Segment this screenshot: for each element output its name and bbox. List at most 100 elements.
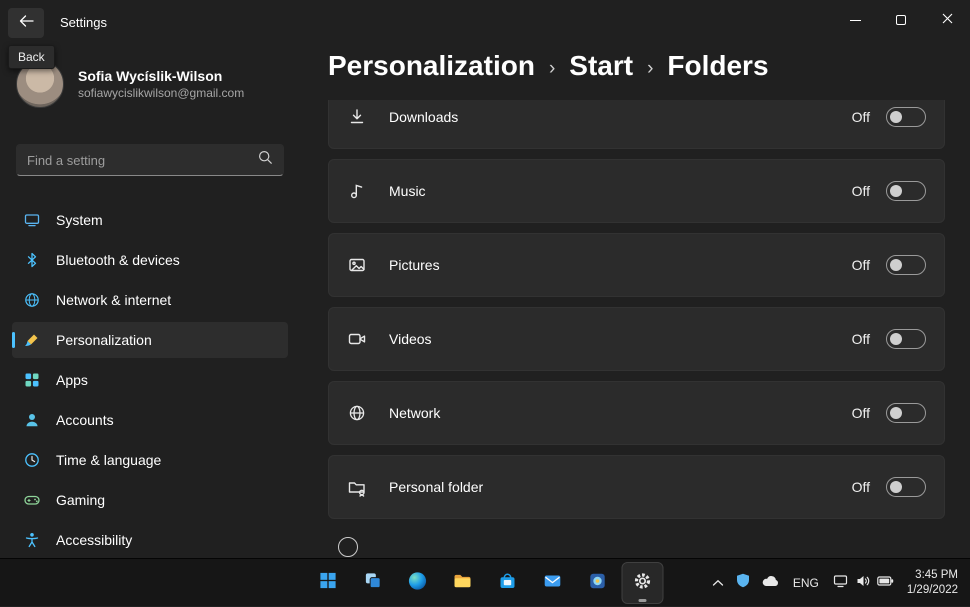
- sidebar-item-accessibility[interactable]: Accessibility: [12, 522, 288, 558]
- sidebar-item-gaming[interactable]: Gaming: [12, 482, 288, 518]
- taskbar-center-icons: [308, 559, 663, 607]
- toggle-knob: [890, 407, 902, 419]
- minimize-button[interactable]: [832, 0, 878, 40]
- folders-list: Downloads Off Music Off Pictures Off Vid…: [328, 100, 945, 558]
- folder-row-videos: Videos Off: [328, 307, 945, 371]
- toggle-state-label: Off: [852, 479, 870, 495]
- selected-indicator: [12, 332, 15, 348]
- start-button[interactable]: [308, 563, 348, 603]
- taskbar: ENG 3:45 PM 1/29/2022: [0, 558, 970, 606]
- user-email: sofiawycislikwilson@gmail.com: [78, 85, 244, 101]
- toggle-state-label: Off: [852, 331, 870, 347]
- clock-time: 3:45 PM: [907, 568, 958, 583]
- sidebar-item-bluetooth-devices[interactable]: Bluetooth & devices: [12, 242, 288, 278]
- task-view-button[interactable]: [353, 563, 393, 603]
- folder-row-label: Videos: [389, 331, 852, 347]
- onedrive-button[interactable]: [757, 565, 784, 601]
- cloud-icon: [762, 574, 779, 592]
- breadcrumb-start[interactable]: Start: [569, 50, 633, 82]
- breadcrumb-chevron-icon: ›: [549, 53, 555, 80]
- network-toggle[interactable]: [886, 403, 926, 423]
- minimize-icon: [850, 20, 861, 21]
- clock[interactable]: 3:45 PM 1/29/2022: [901, 568, 964, 598]
- clock-date: 1/29/2022: [907, 583, 958, 598]
- sidebar-item-label: Personalization: [56, 332, 152, 348]
- file-explorer-button[interactable]: [443, 563, 483, 603]
- folder-row-label: Music: [389, 183, 852, 199]
- toggle-state-label: Off: [852, 405, 870, 421]
- close-button[interactable]: [924, 0, 970, 40]
- music-icon: [347, 181, 367, 201]
- caption-buttons: [832, 0, 970, 40]
- sidebar-item-personalization[interactable]: Personalization: [12, 322, 288, 358]
- back-button[interactable]: [8, 8, 44, 38]
- sidebar-item-label: Accounts: [56, 412, 114, 428]
- mail-button[interactable]: [533, 563, 573, 603]
- toggle-knob: [890, 259, 902, 271]
- search-icon: [258, 150, 273, 170]
- close-icon: [942, 11, 953, 29]
- tray-overflow-button[interactable]: [707, 565, 729, 601]
- file-explorer-icon: [453, 571, 473, 596]
- partially-visible-next-item-icon: [338, 537, 358, 557]
- back-arrow-icon: [19, 14, 34, 32]
- task-view-icon: [363, 571, 382, 595]
- sidebar-item-accounts[interactable]: Accounts: [12, 402, 288, 438]
- sidebar-item-network-internet[interactable]: Network & internet: [12, 282, 288, 318]
- music-toggle[interactable]: [886, 181, 926, 201]
- downloads-toggle[interactable]: [886, 107, 926, 127]
- sidebar-item-label: Network & internet: [56, 292, 171, 308]
- microsoft-store-button[interactable]: [488, 563, 528, 603]
- personal-folder-icon: [347, 477, 367, 497]
- pictures-icon: [347, 255, 367, 275]
- sidebar-item-apps[interactable]: Apps: [12, 362, 288, 398]
- folder-row-downloads: Downloads Off: [328, 100, 945, 149]
- security-shield-button[interactable]: [731, 565, 755, 601]
- sidebar-item-label: Accessibility: [56, 532, 132, 548]
- sidebar-item-time-language[interactable]: Time & language: [12, 442, 288, 478]
- breadcrumb-chevron-icon: ›: [647, 53, 653, 80]
- toggle-state-label: Off: [852, 257, 870, 273]
- quick-settings-button[interactable]: [828, 565, 899, 601]
- content-pane: Personalization › Start › Folders Downlo…: [328, 40, 945, 558]
- settings-gear-icon: [633, 571, 653, 596]
- sidebar-item-system[interactable]: System: [12, 202, 288, 238]
- sidebar-item-label: Bluetooth & devices: [56, 252, 180, 268]
- personal-folder-toggle[interactable]: [886, 477, 926, 497]
- sidebar-item-label: Gaming: [56, 492, 105, 508]
- toggle-knob: [890, 111, 902, 123]
- settings-search-box[interactable]: [16, 144, 284, 176]
- breadcrumb-personalization[interactable]: Personalization: [328, 50, 535, 82]
- maximize-button[interactable]: [878, 0, 924, 40]
- shield-icon: [736, 573, 750, 593]
- edge-icon: [408, 571, 428, 596]
- volume-icon: [856, 574, 871, 593]
- folder-row-network: Network Off: [328, 381, 945, 445]
- accessibility-person-icon: [24, 532, 40, 548]
- language-indicator[interactable]: ENG: [786, 565, 826, 601]
- photos-button[interactable]: [578, 563, 618, 603]
- folder-row-personal-folder: Personal folder Off: [328, 455, 945, 519]
- folder-row-label: Network: [389, 405, 852, 421]
- folder-row-label: Personal folder: [389, 479, 852, 495]
- person-icon: [24, 412, 40, 428]
- network-globe-icon: [347, 403, 367, 423]
- sidebar: Sofia Wycíslik-Wilson sofiawycislikwilso…: [0, 40, 300, 558]
- system-tray: ENG 3:45 PM 1/29/2022: [707, 559, 964, 607]
- settings-app-button-active[interactable]: [623, 563, 663, 603]
- videos-toggle[interactable]: [886, 329, 926, 349]
- windows-logo-icon: [318, 571, 337, 595]
- videos-icon: [347, 329, 367, 349]
- edge-browser-button[interactable]: [398, 563, 438, 603]
- folder-row-music: Music Off: [328, 159, 945, 223]
- bluetooth-icon: [24, 252, 40, 268]
- pictures-toggle[interactable]: [886, 255, 926, 275]
- back-tooltip: Back: [8, 45, 55, 69]
- toggle-knob: [890, 333, 902, 345]
- toggle-knob: [890, 185, 902, 197]
- folder-row-label: Pictures: [389, 257, 852, 273]
- game-controller-icon: [24, 492, 40, 508]
- toggle-state-label: Off: [852, 109, 870, 125]
- folder-row-label: Downloads: [389, 109, 852, 125]
- search-input[interactable]: [27, 153, 258, 168]
